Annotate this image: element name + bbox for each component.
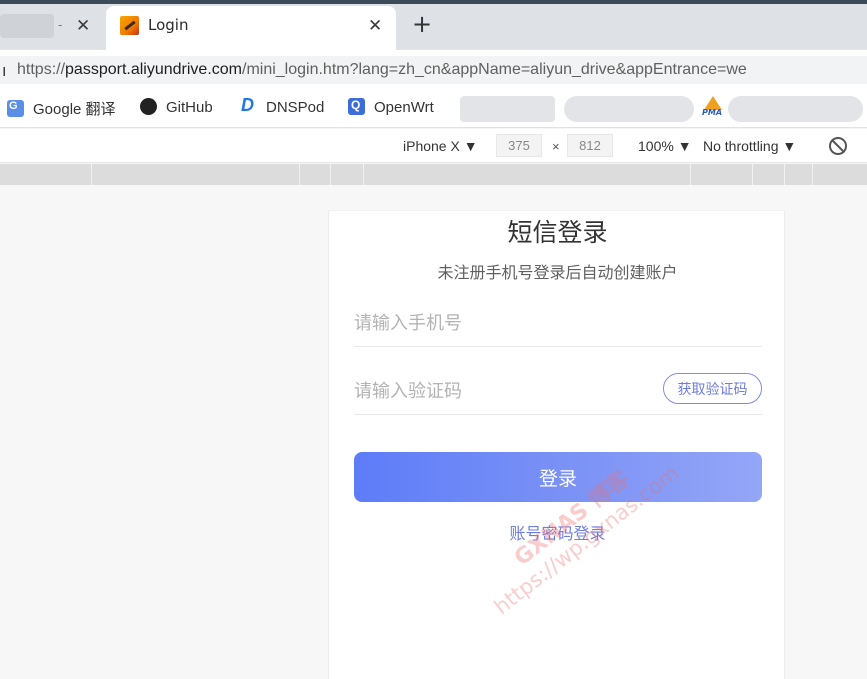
phpmyadmin-icon[interactable]: PMA (702, 96, 723, 118)
url-left-fragment: ı (2, 61, 7, 80)
login-panel: 短信登录 未注册手机号登录后自动创建账户 获取验证码 登录 账号密码登录 (328, 210, 785, 679)
device-toolbar: iPhone X ▼ 375 × 812 100% ▼ No throttlin… (0, 129, 867, 163)
width-input[interactable]: 375 (496, 134, 542, 157)
bookmark-label: Google 翻译 (33, 101, 116, 118)
google-translate-icon (7, 100, 24, 117)
github-icon (140, 98, 157, 115)
ruler-tick (752, 164, 753, 185)
get-code-button[interactable]: 获取验证码 (663, 373, 762, 404)
window-top-border (0, 0, 867, 4)
ruler-tick (299, 164, 300, 185)
blurred-tab-title (0, 14, 54, 38)
close-icon[interactable]: ✕ (368, 16, 382, 36)
ruler-tick (363, 164, 364, 185)
ruler-tick (690, 164, 691, 185)
ruler-tick (91, 164, 92, 185)
bookmark-google-translate[interactable]: Google 翻译 (7, 98, 116, 118)
device-viewport: 短信登录 未注册手机号登录后自动创建账户 获取验证码 登录 账号密码登录 GXN… (0, 185, 867, 679)
url-path: /mini_login.htm?lang=zh_cn&appName=aliyu… (242, 61, 747, 78)
code-field: 获取验证码 (354, 371, 762, 415)
media-query-ruler[interactable] (0, 164, 867, 185)
pma-label: PMA (702, 108, 723, 117)
bookmark-openwrt[interactable]: OpenWrt (348, 98, 434, 118)
close-icon[interactable]: ✕ (76, 16, 90, 36)
phone-input[interactable] (354, 303, 654, 343)
new-tab-button[interactable]: + (412, 12, 432, 36)
bookmark-github[interactable]: GitHub (140, 98, 213, 118)
tab-login[interactable]: Login ✕ (106, 6, 396, 50)
bookmark-blurred[interactable] (728, 96, 863, 122)
rotate-icon[interactable] (829, 137, 847, 155)
zoom-select[interactable]: 100% ▼ (638, 138, 692, 154)
page-title: 短信登录 (507, 218, 608, 247)
ruler-tick (330, 164, 331, 185)
url-host: passport.aliyundrive.com (65, 61, 242, 78)
url-scheme: https:// (17, 61, 66, 78)
ruler-tick (784, 164, 785, 185)
url-field[interactable]: ı https://passport.aliyundrive.com/mini_… (0, 56, 867, 84)
bookmark-blurred[interactable] (460, 96, 555, 122)
bookmark-dnspod[interactable]: DNSPod (240, 95, 325, 118)
site-favicon-icon (120, 16, 139, 35)
tab-inactive[interactable]: - ✕ (0, 6, 104, 44)
tab-title: Login (148, 16, 189, 34)
phone-field (354, 303, 762, 347)
throttling-select[interactable]: No throttling ▼ (703, 138, 796, 154)
openwrt-icon (348, 98, 365, 115)
login-subtitle: 未注册手机号登录后自动创建账户 (437, 263, 678, 282)
bookmark-blurred[interactable] (564, 96, 694, 122)
address-bar: ı https://passport.aliyundrive.com/mini_… (0, 50, 867, 88)
tab-separator: - (58, 18, 63, 32)
bookmark-label: DNSPod (266, 99, 325, 116)
account-login-link[interactable]: 账号密码登录 (329, 520, 786, 544)
device-select[interactable]: iPhone X ▼ (403, 138, 478, 154)
ruler-tick (812, 164, 813, 185)
dnspod-icon (240, 95, 257, 116)
tab-strip: - ✕ Login ✕ + (0, 0, 867, 50)
dimension-separator: × (552, 139, 560, 154)
bookmark-label: OpenWrt (374, 99, 434, 116)
height-input[interactable]: 812 (567, 134, 613, 157)
bookmarks-bar: Google 翻译 GitHub DNSPod OpenWrt PMA (0, 88, 867, 128)
code-input[interactable] (354, 371, 654, 411)
bookmark-label: GitHub (166, 99, 213, 116)
url-text: https://passport.aliyundrive.com/mini_lo… (17, 61, 747, 79)
login-button[interactable]: 登录 (354, 452, 762, 502)
